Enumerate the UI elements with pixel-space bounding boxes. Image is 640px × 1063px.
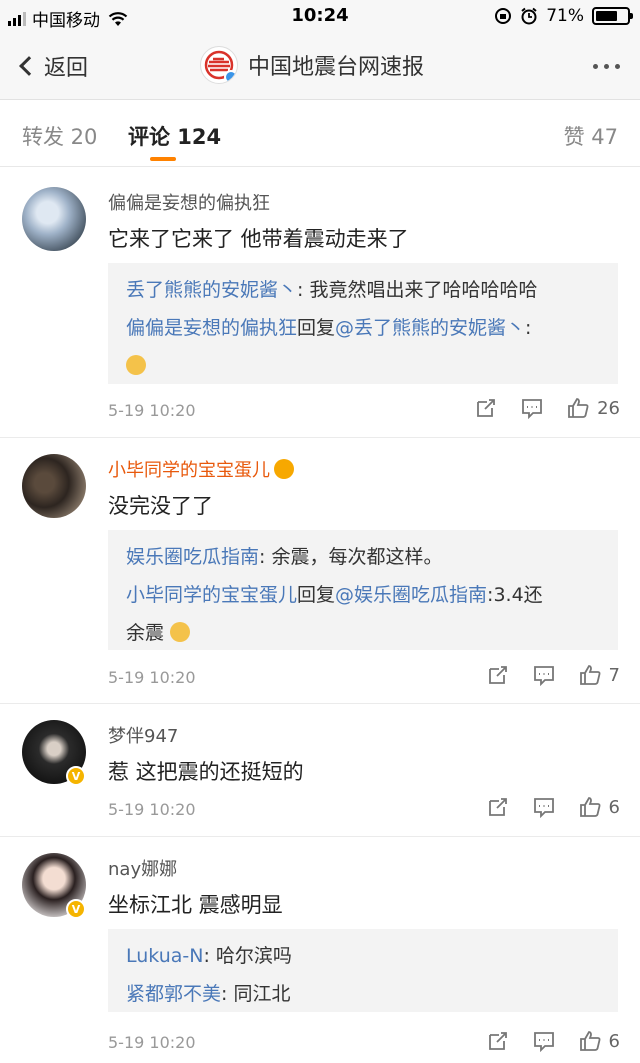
reply-box[interactable]: 丢了熊熊的安妮酱丶: 我竟然唱出来了哈哈哈哈哈 偏偏是妄想的偏执狂回复@丢了熊熊…	[108, 263, 618, 384]
nav-bar: 返回 中国地震台网速报	[0, 34, 640, 100]
tab-comments[interactable]: 评论 124	[128, 121, 221, 151]
verified-badge-icon	[224, 70, 237, 83]
reply-box[interactable]: Lukua-N: 哈尔滨吗 紧都郭不美: 同江北	[108, 929, 618, 1012]
wink-emoji-icon	[170, 622, 191, 642]
reply-text: :3.4还	[487, 584, 543, 606]
thumbs-up-icon	[579, 665, 601, 685]
thumbs-up-icon	[568, 398, 589, 418]
comment-text: 没完没了了	[108, 494, 213, 518]
reply-verb: 回复	[297, 584, 336, 606]
reply-text: : 我竟然唱出来了哈哈哈哈哈	[297, 279, 538, 301]
reply-username[interactable]: 偏偏是妄想的偏执狂	[126, 317, 297, 339]
share-icon[interactable]	[487, 664, 509, 686]
comment-username[interactable]: nay娜娜	[108, 855, 177, 881]
account-header[interactable]: 中国地震台网速报	[200, 46, 424, 84]
reply-mention[interactable]: @丢了熊熊的安妮酱丶	[335, 317, 525, 339]
comment-text: 惹 这把震的还挺短的	[108, 760, 304, 784]
reply-mention[interactable]: @娱乐圈吃瓜指南	[335, 584, 487, 606]
reply-verb: 回复	[297, 317, 336, 339]
like-button[interactable]: 6	[579, 1030, 620, 1052]
comment-actions: 26	[475, 397, 620, 419]
reply-text: 余震	[126, 622, 165, 644]
comment-icon[interactable]	[521, 397, 543, 419]
battery-percent: 71%	[546, 6, 584, 26]
active-tab-indicator	[150, 157, 176, 161]
reply-line: 余震	[126, 614, 600, 652]
doge-emoji-icon	[126, 355, 146, 375]
reply-username[interactable]: 小毕同学的宝宝蛋儿	[126, 584, 297, 606]
reply-text: : 同江北	[221, 983, 291, 1005]
reply-line: 小毕同学的宝宝蛋儿回复@娱乐圈吃瓜指南:3.4还	[126, 576, 600, 614]
comment-item: V 梦伴947 惹 这把震的还挺短的 5-19 10:20 6	[0, 704, 640, 837]
comment-item: 偏偏是妄想的偏执狂 它来了它来了 他带着震动走来了 丢了熊熊的安妮酱丶: 我竟然…	[0, 167, 640, 438]
comment-time: 5-19 10:20	[108, 401, 196, 420]
status-bar: 中国移动 10:24 71%	[0, 0, 640, 34]
battery-icon	[592, 7, 633, 25]
reply-line: 偏偏是妄想的偏执狂回复@丢了熊熊的安妮酱丶:	[126, 309, 600, 347]
comment-username[interactable]: 梦伴947	[108, 722, 178, 748]
comment-item: 小毕同学的宝宝蛋儿 没完没了了 娱乐圈吃瓜指南: 余震，每次都这样。 小毕同学的…	[0, 438, 640, 704]
comment-actions: 6	[487, 796, 620, 818]
like-button[interactable]: 6	[579, 796, 620, 818]
like-button[interactable]: 26	[567, 397, 620, 419]
comment-text: 它来了它来了 他带着震动走来了	[108, 227, 409, 251]
alarm-icon	[521, 7, 537, 25]
back-button[interactable]: 返回	[16, 50, 88, 82]
dot-icon	[604, 64, 609, 69]
chevron-left-icon	[19, 56, 39, 76]
tab-likes[interactable]: 赞 47	[564, 121, 618, 151]
comment-item: V nay娜娜 坐标江北 震感明显 Lukua-N: 哈尔滨吗 紧都郭不美: 同…	[0, 837, 640, 1063]
reply-username[interactable]: Lukua-N	[126, 945, 203, 967]
more-options-button[interactable]	[593, 64, 620, 69]
reply-username[interactable]: 丢了熊熊的安妮酱丶	[126, 279, 297, 301]
tab-reposts[interactable]: 转发 20	[22, 121, 97, 151]
reply-line: 娱乐圈吃瓜指南: 余震，每次都这样。	[126, 538, 600, 576]
comment-username-text: 小毕同学的宝宝蛋儿	[108, 460, 270, 481]
reply-username[interactable]: 紧都郭不美	[126, 983, 221, 1005]
comment-time: 5-19 10:20	[108, 800, 196, 819]
like-count: 26	[597, 397, 620, 419]
comment-icon[interactable]	[533, 796, 555, 818]
dot-icon	[615, 64, 620, 69]
reply-username[interactable]: 娱乐圈吃瓜指南	[126, 546, 259, 568]
share-icon[interactable]	[475, 397, 497, 419]
like-count: 6	[608, 796, 620, 818]
like-count: 7	[608, 664, 620, 686]
share-icon[interactable]	[487, 1030, 509, 1052]
share-icon[interactable]	[487, 796, 509, 818]
reply-box[interactable]: 娱乐圈吃瓜指南: 余震，每次都这样。 小毕同学的宝宝蛋儿回复@娱乐圈吃瓜指南:3…	[108, 530, 618, 650]
comment-time: 5-19 10:20	[108, 668, 196, 687]
thumbs-up-icon	[579, 797, 601, 817]
reply-text: : 哈尔滨吗	[203, 945, 292, 967]
comment-time: 5-19 10:20	[108, 1033, 196, 1052]
rotation-lock-icon	[495, 8, 512, 24]
dot-icon	[593, 64, 598, 69]
reply-line: 紧都郭不美: 同江北	[126, 975, 600, 1013]
comment-icon[interactable]	[533, 1030, 555, 1052]
verified-badge-icon: V	[66, 766, 86, 786]
avatar[interactable]	[22, 454, 86, 518]
account-avatar	[200, 46, 238, 84]
comment-icon[interactable]	[533, 664, 555, 686]
reply-text: :	[525, 317, 532, 339]
back-label: 返回	[44, 56, 89, 81]
avatar[interactable]	[22, 187, 86, 251]
reply-line	[126, 347, 600, 385]
comment-actions: 7	[487, 664, 620, 686]
reply-text: : 余震，每次都这样。	[259, 546, 443, 568]
reply-line: 丢了熊熊的安妮酱丶: 我竟然唱出来了哈哈哈哈哈	[126, 271, 600, 309]
comment-actions: 6	[487, 1030, 620, 1052]
tab-bar: 转发 20 评论 124 赞 47	[0, 101, 640, 167]
vip-crown-icon	[274, 459, 294, 479]
like-button[interactable]: 7	[579, 664, 620, 686]
like-count: 6	[608, 1030, 620, 1052]
account-title: 中国地震台网速报	[248, 55, 425, 80]
status-right: 71%	[494, 6, 633, 26]
thumbs-up-icon	[579, 1031, 601, 1051]
comment-username[interactable]: 偏偏是妄想的偏执狂	[108, 189, 270, 215]
comment-username[interactable]: 小毕同学的宝宝蛋儿	[108, 456, 294, 482]
reply-line: Lukua-N: 哈尔滨吗	[126, 937, 600, 975]
verified-badge-icon: V	[66, 899, 86, 919]
comment-text: 坐标江北 震感明显	[108, 893, 283, 917]
